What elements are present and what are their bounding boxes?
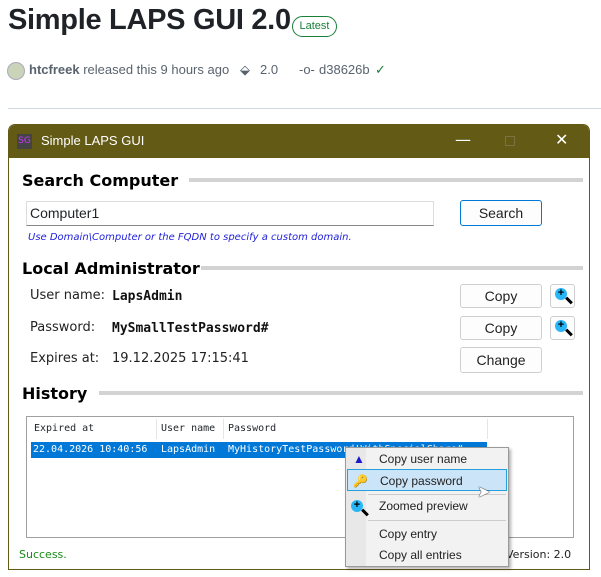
expires-label: Expires at: [30,351,100,366]
context-menu: ▲ Copy user name 🔑 Copy password + Zoomed p… [345,447,509,567]
cell-user: LapsAdmin [161,444,216,455]
column-header-password[interactable]: Password [224,419,488,439]
latest-badge: Latest [292,16,337,37]
commit-icon: -o- [299,62,315,77]
title-bar: SG Simple LAPS GUI — ✕ [9,125,589,158]
divider [8,108,601,109]
tag-icon: ⬙ [240,62,250,77]
key-icon: 🔑 [353,474,368,488]
mouse-cursor: ➤ [477,482,491,501]
menu-copy-username[interactable]: ▲ Copy user name [347,448,507,470]
window-title: Simple LAPS GUI [41,133,145,148]
minimize-button[interactable]: — [455,130,471,149]
zoom-password-button[interactable]: + [550,316,575,340]
user-icon: ▲ [353,452,365,466]
menu-copy-all-entries[interactable]: Copy all entries [347,544,507,566]
app-icon: SG [17,134,32,149]
cell-expired: 22.04.2026 10:40:56 [33,444,148,455]
version-text: Version: 2.0 [506,548,572,561]
zoom-icon: + [555,288,567,300]
username-value: LapsAdmin [112,289,183,304]
maximize-button[interactable] [505,136,515,146]
zoom-icon: + [351,500,363,512]
history-heading: History [22,384,88,403]
tag-link[interactable]: 2.0 [260,61,278,79]
release-title: Simple LAPS GUI 2.0 [8,4,291,36]
status-text: Success. [19,548,67,561]
commit-link[interactable]: d38626b [319,61,370,79]
change-button[interactable]: Change [460,347,542,373]
search-heading: Search Computer [22,171,179,190]
author-link[interactable]: htcfreek [29,62,80,77]
avatar[interactable] [7,62,25,80]
admin-heading: Local Administrator [22,259,200,278]
close-button[interactable]: ✕ [555,130,568,149]
password-value: MySmallTestPassword# [112,321,269,336]
verified-check-icon: ✓ [375,62,386,77]
search-button[interactable]: Search [460,200,542,226]
column-header-user[interactable]: User name [157,419,224,439]
zoom-icon: + [555,320,567,332]
release-time: released this 9 hours ago [83,62,230,77]
menu-copy-entry[interactable]: Copy entry [347,523,507,545]
copy-password-button[interactable]: Copy [460,316,542,340]
column-header-expired[interactable]: Expired at [30,419,157,439]
password-label: Password: [30,320,96,335]
copy-username-button[interactable]: Copy [460,284,542,308]
zoom-username-button[interactable]: + [550,284,575,308]
computer-input[interactable]: Computer1 [26,201,434,226]
search-hint: Use Domain\Computer or the FQDN to speci… [28,232,352,243]
expires-value: 19.12.2025 17:15:41 [112,351,249,366]
username-label: User name: [30,288,106,303]
section-rule [201,266,583,270]
section-rule [189,178,583,182]
section-rule [99,391,583,395]
